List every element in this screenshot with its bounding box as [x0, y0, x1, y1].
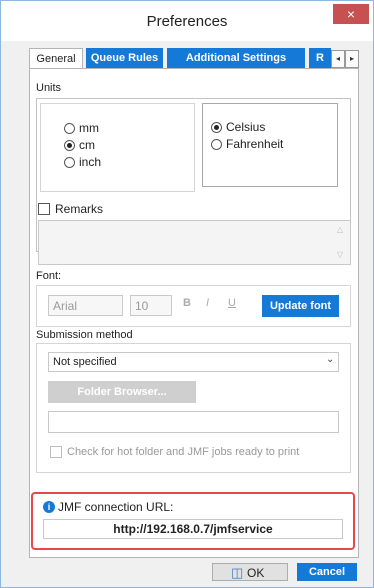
font-heading: Font:	[36, 270, 62, 282]
radio-cm[interactable]	[64, 140, 75, 151]
radio-inch[interactable]	[64, 157, 75, 168]
tab-scroll-right-button[interactable]: ▸	[345, 50, 359, 68]
length-units-box	[40, 103, 195, 192]
underline-button[interactable]: U	[228, 297, 236, 309]
preferences-window: Preferences × General Queue Rules Additi…	[0, 0, 374, 588]
shield-icon: ◫	[231, 565, 244, 580]
jmf-highlight-box	[31, 492, 355, 550]
folder-path-field[interactable]	[48, 411, 339, 433]
update-font-button[interactable]: Update font	[262, 295, 339, 317]
radio-celsius[interactable]	[211, 122, 222, 133]
folder-browser-button[interactable]: Folder Browser...	[48, 381, 196, 403]
tab-partial-r[interactable]: R	[309, 48, 331, 68]
font-size-field[interactable]: 10	[130, 295, 172, 316]
radio-mm[interactable]	[64, 123, 75, 134]
tab-scroll-left-button[interactable]: ◂	[331, 50, 345, 68]
chevron-down-icon[interactable]: ⌄	[326, 354, 334, 365]
title-bar[interactable]: Preferences ×	[1, 1, 373, 41]
radio-fahrenheit-label: Fahrenheit	[226, 137, 284, 151]
radio-fahrenheit[interactable]	[211, 139, 222, 150]
window-title: Preferences	[146, 13, 228, 30]
hotfolder-check-label: Check for hot folder and JMF jobs ready …	[67, 446, 300, 458]
tab-strip: General Queue Rules Additional Settings …	[29, 48, 359, 70]
remarks-label: Remarks	[55, 202, 104, 216]
tab-queue-rules[interactable]: Queue Rules	[86, 48, 163, 68]
cancel-button[interactable]: Cancel	[297, 563, 357, 581]
font-family-field[interactable]: Arial	[48, 295, 123, 316]
remarks-textarea[interactable]	[38, 220, 351, 265]
radio-cm-label: cm	[79, 138, 95, 152]
radio-celsius-label: Celsius	[226, 120, 266, 134]
ok-button[interactable]: ◫ OK	[212, 563, 288, 581]
submission-method-select[interactable]: Not specified	[48, 352, 339, 372]
close-button[interactable]: ×	[333, 4, 369, 24]
hotfolder-checkbox[interactable]	[50, 446, 62, 458]
tab-additional-settings[interactable]: Additional Settings	[167, 48, 305, 68]
radio-inch-label: inch	[79, 155, 102, 169]
submission-heading: Submission method	[36, 329, 133, 341]
bold-button[interactable]: B	[183, 297, 191, 309]
tab-general[interactable]: General	[29, 48, 83, 70]
remarks-checkbox[interactable]	[38, 203, 50, 215]
units-heading: Units	[36, 82, 62, 94]
ok-label: OK	[247, 566, 265, 580]
general-panel: Units mm cm inch Celsius Fahrenheit Rema…	[29, 68, 359, 558]
remarks-scroll-up-icon[interactable]: △	[337, 225, 343, 234]
italic-button[interactable]: I	[206, 297, 209, 309]
radio-mm-label: mm	[79, 121, 99, 135]
remarks-scroll-down-icon[interactable]: ▽	[337, 250, 343, 259]
